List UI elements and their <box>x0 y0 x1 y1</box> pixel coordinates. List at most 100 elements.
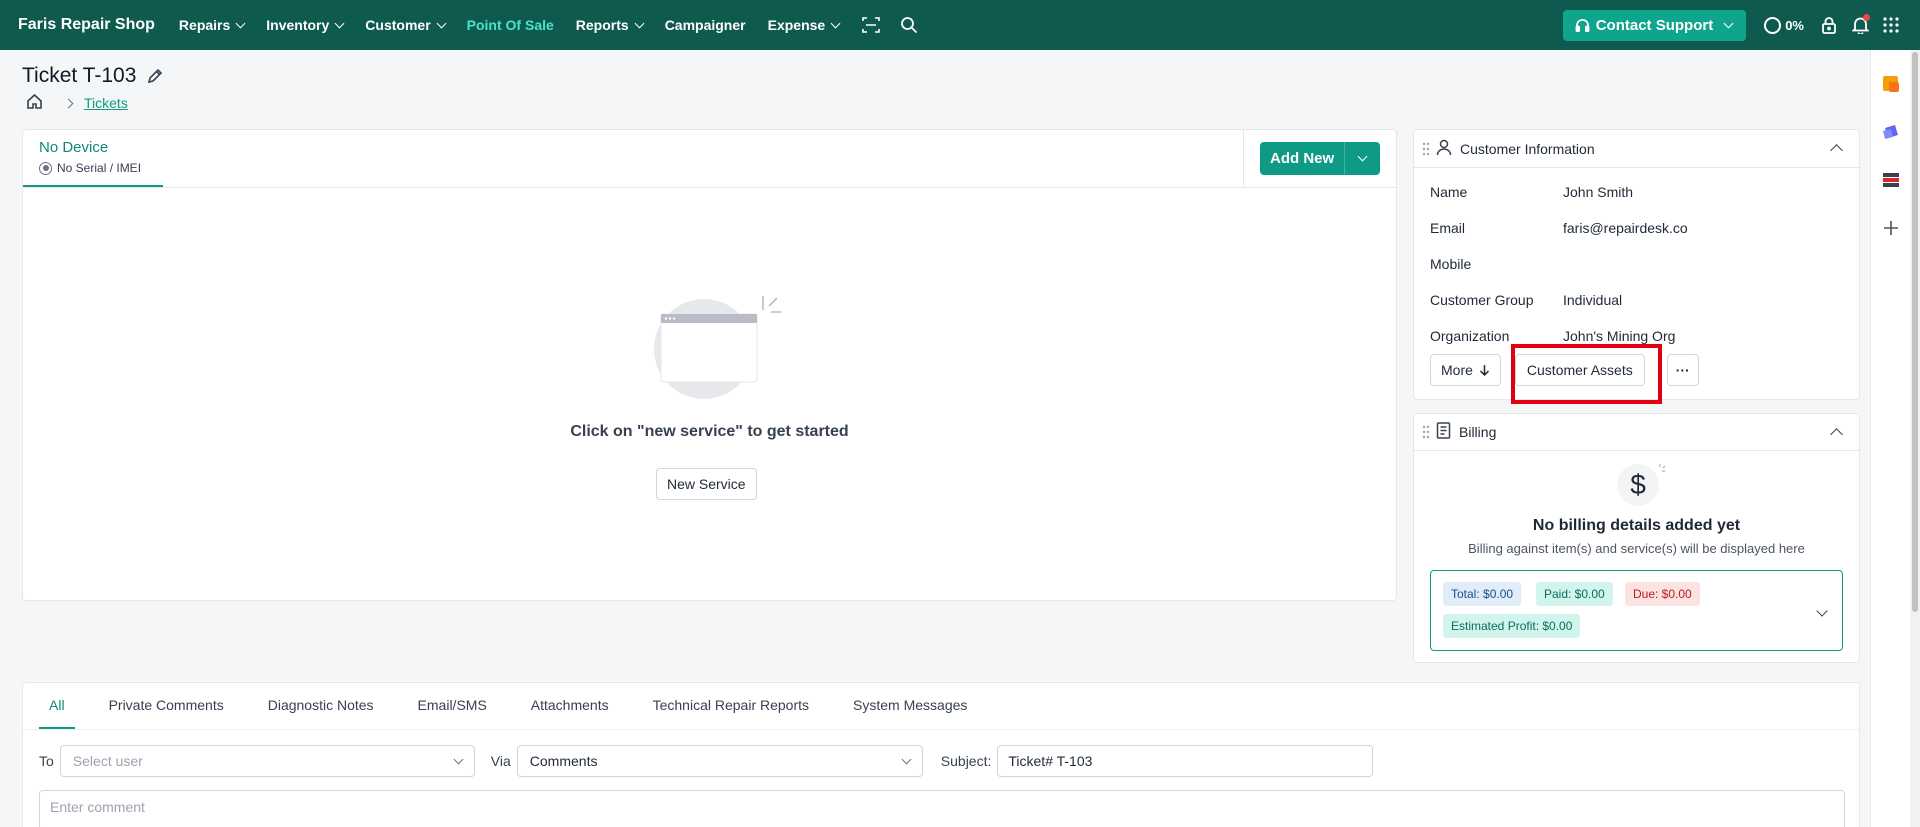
field-label: Name <box>1430 184 1468 200</box>
comments-tabs: All Private Comments Diagnostic Notes Email… <box>23 683 1859 729</box>
sparkle-icon <box>1654 462 1666 478</box>
headset-icon <box>1575 18 1590 33</box>
field-label: Mobile <box>1430 256 1472 272</box>
billing-empty-subtitle: Billing against item(s) and service(s) w… <box>1468 541 1805 556</box>
chevron-down-icon <box>453 754 464 764</box>
drag-handle-icon[interactable] <box>1422 425 1430 439</box>
chevron-down-icon[interactable] <box>1816 605 1828 617</box>
device-panel: No Device No Serial / IMEI Add New Click… <box>22 129 1397 601</box>
tab-email-sms[interactable]: Email/SMS <box>408 683 497 729</box>
customer-field-row: Mobile <box>1414 246 1859 282</box>
chevron-right-icon <box>63 98 74 108</box>
progress-text: 0% <box>1785 17 1804 33</box>
chevron-down-icon <box>436 18 447 28</box>
billing-empty-title: No billing details added yet <box>1532 517 1741 534</box>
tab-system-messages[interactable]: System Messages <box>843 683 977 729</box>
progress-indicator[interactable]: 0% <box>1764 16 1804 34</box>
drag-handle-icon[interactable] <box>1422 142 1430 156</box>
radio-icon <box>39 161 52 175</box>
via-select[interactable]: Comments <box>516 745 923 777</box>
ticket-title: Ticket T-103 <box>22 64 137 87</box>
notification-dot <box>1863 14 1870 21</box>
contact-support-button[interactable]: Contact Support <box>1562 9 1747 41</box>
pencil-icon[interactable] <box>146 67 164 85</box>
chevron-up-icon[interactable] <box>1830 144 1843 157</box>
user-icon <box>1436 139 1452 159</box>
brand-name[interactable]: Faris Repair Shop <box>18 16 155 34</box>
bell-icon[interactable] <box>1849 14 1871 36</box>
layers-icon[interactable] <box>1879 120 1903 144</box>
nav-item-reports[interactable]: Reports <box>575 17 645 33</box>
vertical-divider <box>1243 130 1244 187</box>
serial-text: No Serial / IMEI <box>57 161 142 175</box>
tab-technical-repair-reports[interactable]: Technical Repair Reports <box>643 683 819 729</box>
new-service-button[interactable]: New Service <box>656 468 757 500</box>
nav-item-customer[interactable]: Customer <box>365 17 447 33</box>
tab-attachments[interactable]: Attachments <box>521 683 619 729</box>
top-navbar: Faris Repair Shop Repairs Inventory Custom… <box>0 0 1920 50</box>
add-new-dropdown-button[interactable] <box>1344 142 1381 175</box>
chevron-down-icon <box>235 18 246 28</box>
apps-grid-icon[interactable] <box>1880 14 1902 36</box>
highlight-box <box>1511 344 1662 404</box>
chevron-down-icon <box>901 754 912 764</box>
nav-item-repairs[interactable]: Repairs <box>178 17 246 33</box>
nav-item-label: Customer <box>365 17 431 33</box>
comments-panel: All Private Comments Diagnostic Notes Email… <box>22 682 1860 827</box>
field-value: John's Mining Org <box>1563 328 1676 344</box>
comment-form-row: To Select user Via Comments Subject: Tic… <box>39 745 1374 777</box>
search-icon[interactable] <box>899 15 919 35</box>
tab-diagnostic-notes[interactable]: Diagnostic Notes <box>258 683 384 729</box>
comment-textarea[interactable]: Enter comment <box>39 790 1845 827</box>
billing-header[interactable]: Billing <box>1414 414 1859 451</box>
customer-field-row: Customer Group Individual <box>1414 282 1859 318</box>
customer-info-title: Customer Information <box>1460 140 1595 157</box>
chevron-up-icon[interactable] <box>1830 428 1843 441</box>
tab-private-comments[interactable]: Private Comments <box>99 683 234 729</box>
to-user-placeholder: Select user <box>72 753 143 769</box>
add-new-split-button: Add New <box>1260 142 1381 175</box>
add-icon[interactable] <box>1879 216 1903 240</box>
add-new-button[interactable]: Add New <box>1260 142 1345 175</box>
field-label: Email <box>1430 220 1466 236</box>
chevron-down-icon <box>334 18 345 28</box>
contact-support-label: Contact Support <box>1595 16 1714 34</box>
receipt-icon <box>1436 422 1451 442</box>
total-badge: Total: $0.00 <box>1443 582 1522 606</box>
page-title: Ticket T-103 <box>22 64 164 88</box>
nav-item-label: Reports <box>575 17 629 33</box>
nav-item-label: Repairs <box>178 17 231 33</box>
ellipsis-button[interactable]: ··· <box>1666 354 1699 386</box>
due-badge: Due: $0.00 <box>1625 582 1700 606</box>
more-label: More <box>1441 362 1473 378</box>
stack-icon[interactable] <box>1879 168 1903 192</box>
billing-title: Billing <box>1459 424 1497 440</box>
to-user-select[interactable]: Select user <box>59 745 475 777</box>
nav-item-inventory[interactable]: Inventory <box>266 17 345 33</box>
device-tab[interactable]: No Device No Serial / IMEI <box>23 130 163 187</box>
to-label: To <box>39 753 54 769</box>
field-value: Individual <box>1563 292 1623 308</box>
customer-info-header[interactable]: Customer Information <box>1414 130 1859 168</box>
chevron-down-icon <box>634 18 645 28</box>
nav-item-campaigner[interactable]: Campaigner <box>665 17 746 33</box>
via-label: Via <box>490 753 511 769</box>
nav-item-point-of-sale[interactable]: Point Of Sale <box>467 17 554 33</box>
page-scrollbar[interactable] <box>1910 50 1920 827</box>
breadcrumb-tickets-link[interactable]: Tickets <box>84 95 128 111</box>
scrollbar-thumb[interactable] <box>1912 52 1918 612</box>
via-value: Comments <box>529 753 598 769</box>
sticky-note-icon[interactable] <box>1879 72 1903 96</box>
billing-card: Billing $ No billing details added yet B… <box>1413 413 1860 663</box>
home-icon[interactable] <box>26 93 43 113</box>
field-label: Customer Group <box>1430 292 1534 308</box>
scan-icon[interactable] <box>861 15 881 35</box>
device-tab-title: No Device <box>39 139 109 156</box>
billing-summary[interactable]: Total: $0.00 Paid: $0.00 Due: $0.00 Esti… <box>1430 570 1843 651</box>
lock-icon[interactable] <box>1818 14 1840 36</box>
nav-item-expense[interactable]: Expense <box>768 17 841 33</box>
right-side-rail <box>1870 50 1910 827</box>
subject-input[interactable]: Ticket# T-103 <box>997 745 1374 777</box>
more-button[interactable]: More <box>1430 354 1501 386</box>
tab-all[interactable]: All <box>39 683 75 729</box>
